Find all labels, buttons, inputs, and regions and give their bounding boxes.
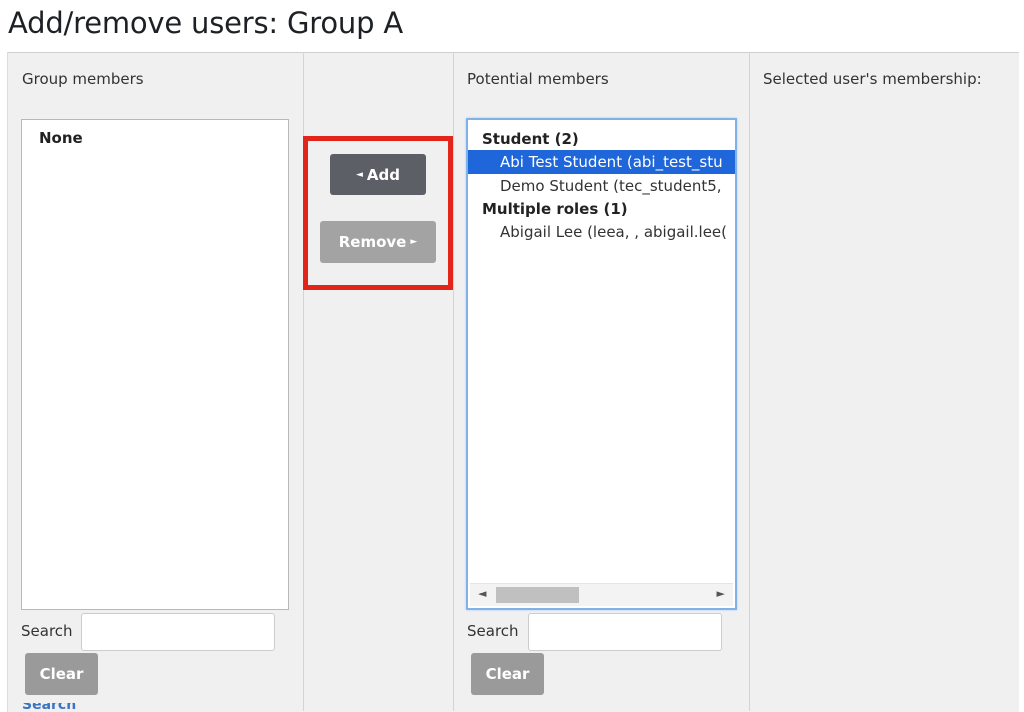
potential-members-heading: Potential members bbox=[467, 70, 609, 88]
optgroup-label: Multiple roles (1) bbox=[482, 200, 628, 218]
list-item[interactable]: Abigail Lee (leea, , abigail.lee( bbox=[468, 220, 735, 244]
scroll-right-arrow-icon[interactable]: ► bbox=[717, 587, 725, 600]
list-item[interactable]: Abi Test Student (abi_test_stu bbox=[468, 150, 735, 174]
optgroup-label: Student (2) bbox=[482, 130, 579, 148]
search-options-link[interactable]: Search options bbox=[22, 703, 140, 711]
column-divider bbox=[453, 52, 454, 711]
potential-members-listbox[interactable]: Student (2) Abi Test Student (abi_test_s… bbox=[466, 118, 737, 610]
group-members-empty: None bbox=[39, 129, 83, 147]
scrollbar-thumb[interactable] bbox=[496, 587, 579, 603]
page-title: Add/remove users: Group A bbox=[8, 6, 403, 40]
highlight-annotation-box bbox=[303, 136, 453, 290]
group-members-listbox[interactable]: None bbox=[21, 119, 289, 610]
list-item[interactable]: Demo Student (tec_student5, bbox=[468, 174, 735, 198]
potential-members-search-input[interactable] bbox=[528, 613, 722, 651]
horizontal-scrollbar[interactable]: ◄ ► bbox=[470, 583, 733, 606]
column-divider bbox=[749, 52, 750, 711]
group-members-heading: Group members bbox=[22, 70, 144, 88]
selected-user-membership-heading: Selected user's membership: bbox=[763, 70, 982, 88]
group-members-search-input[interactable] bbox=[81, 613, 275, 651]
group-members-clear-button[interactable]: Clear bbox=[25, 653, 98, 695]
potential-members-clear-button[interactable]: Clear bbox=[471, 653, 544, 695]
scroll-left-arrow-icon[interactable]: ◄ bbox=[478, 587, 486, 600]
group-members-search-label: Search bbox=[21, 622, 73, 640]
potential-members-search-label: Search bbox=[467, 622, 519, 640]
